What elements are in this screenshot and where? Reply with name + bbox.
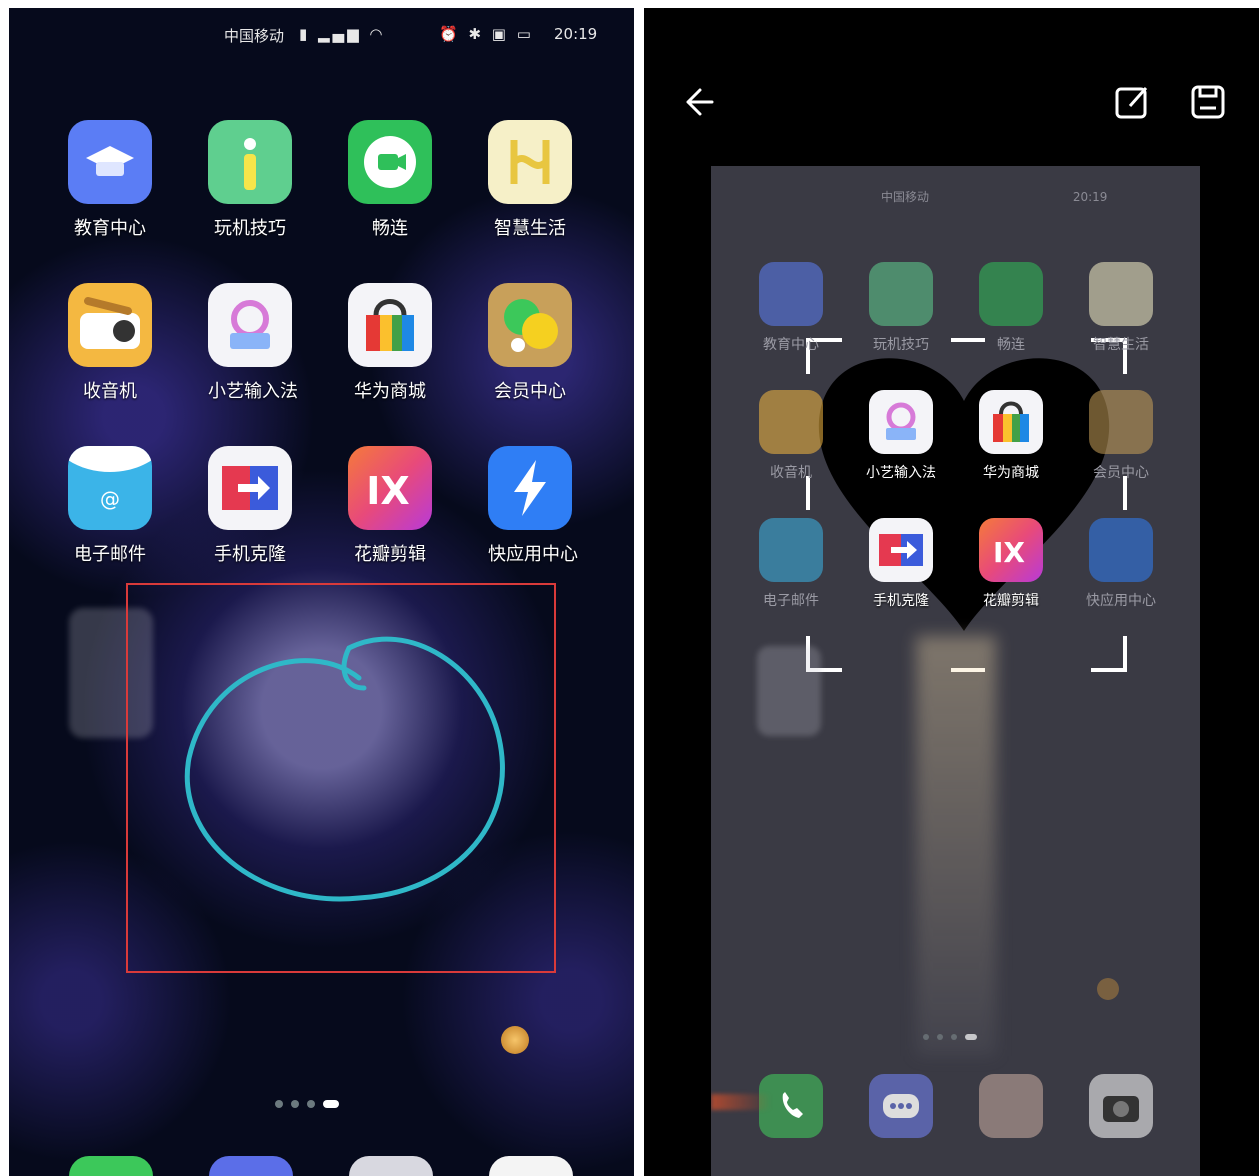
- graduation-cap-icon: [759, 262, 823, 326]
- video-editor-icon: IX: [979, 518, 1043, 582]
- radio-icon: [759, 390, 823, 454]
- video-call-icon: [348, 120, 432, 204]
- carrier-label: 中国移动: [224, 27, 285, 45]
- phone-clone-icon: [869, 518, 933, 582]
- lightning-icon: [1089, 518, 1153, 582]
- orb-decoration: [501, 1026, 529, 1054]
- preview-app-phone-clone: 手机克隆: [856, 518, 946, 610]
- app-tips[interactable]: 玩机技巧: [208, 120, 292, 240]
- cyan-drawn-circle: [184, 636, 505, 902]
- video-call-icon: [979, 262, 1043, 326]
- lightning-icon: [488, 446, 572, 530]
- save-button[interactable]: [1188, 82, 1228, 122]
- app-label: 智慧生活: [494, 218, 566, 239]
- svg-text:@: @: [100, 487, 120, 511]
- system-status-icons: ⏰ ✱ ▣ ▭: [439, 25, 534, 43]
- preview-app-smart-life: 智慧生活: [1076, 262, 1166, 354]
- keyboard-icon: [869, 390, 933, 454]
- shopping-bag-icon: [979, 390, 1043, 454]
- app-label: 电子邮件: [74, 544, 146, 565]
- edit-icon: [1115, 87, 1148, 119]
- dock-camera-icon[interactable]: [489, 1156, 573, 1176]
- svg-text:IX: IX: [993, 536, 1025, 569]
- app-vmall[interactable]: 华为商城: [348, 283, 432, 403]
- screenshot-preview: 中国移动 20:19 教育中心 玩机技巧 畅连 智慧生活 收音机 小艺输入法 华…: [711, 166, 1200, 1176]
- preview-app-radio: 收音机: [746, 390, 836, 482]
- blurred-widget: [757, 646, 821, 736]
- smart-life-icon: [488, 120, 572, 204]
- status-bar: 中国移动 ▮ ▂▄▆ ◠ ⏰ ✱ ▣ ▭ 20:19: [9, 22, 634, 48]
- preview-app-celia-keyboard: 小艺输入法: [856, 390, 946, 482]
- radio-icon: [68, 283, 152, 367]
- preview-app-email: 电子邮件: [746, 518, 836, 610]
- app-edu-center[interactable]: 教育中心: [68, 120, 152, 240]
- crop-corner-bottom-right[interactable]: [1091, 636, 1127, 672]
- smart-life-icon: [1089, 262, 1153, 326]
- app-label: 快应用中心: [488, 544, 578, 565]
- dock-camera-icon: [1089, 1074, 1153, 1138]
- app-label: 华为商城: [354, 381, 426, 402]
- app-petal-clip[interactable]: IX 花瓣剪辑: [348, 446, 432, 566]
- info-icon: [208, 120, 292, 204]
- app-member-center[interactable]: 会员中心: [488, 283, 572, 403]
- preview-app-edu-center: 教育中心: [746, 262, 836, 354]
- app-label: 教育中心: [74, 218, 146, 239]
- app-label: 花瓣剪辑: [354, 544, 426, 565]
- back-button[interactable]: [682, 82, 722, 122]
- orb-decoration: [1097, 978, 1119, 1000]
- page-indicator: [275, 1100, 339, 1108]
- svg-text:IX: IX: [366, 469, 409, 513]
- app-label: 畅连: [372, 218, 408, 239]
- clock: 20:19: [554, 25, 598, 43]
- app-phone-clone[interactable]: 手机克隆: [208, 446, 292, 566]
- light-streak: [916, 636, 996, 1056]
- info-icon: [869, 262, 933, 326]
- screenshot-editor: 中国移动 20:19 教育中心 玩机技巧 畅连 智慧生活 收音机 小艺输入法 华…: [644, 8, 1259, 1176]
- app-email[interactable]: @ 电子邮件: [68, 446, 152, 566]
- arrow-left-icon: [686, 88, 714, 116]
- video-editor-icon: IX: [348, 446, 432, 530]
- preview-app-quick-app-center: 快应用中心: [1076, 518, 1166, 610]
- preview-status-bar: 中国移动 20:19: [881, 190, 1108, 204]
- preview-app-vmall: 华为商城: [966, 390, 1056, 482]
- keyboard-icon: [208, 283, 292, 367]
- preview-app-meetime: 畅连: [966, 262, 1056, 354]
- member-icon: [1089, 390, 1153, 454]
- app-label: 会员中心: [494, 381, 566, 402]
- app-smart-life[interactable]: 智慧生活: [488, 120, 572, 240]
- firework-streak: [711, 1094, 771, 1110]
- save-icon: [1191, 85, 1225, 119]
- app-label: 玩机技巧: [214, 218, 286, 239]
- preview-app-tips: 玩机技巧: [856, 262, 946, 354]
- dock-messages-icon[interactable]: [209, 1156, 293, 1176]
- app-celia-keyboard[interactable]: 小艺输入法: [208, 283, 298, 403]
- app-label: 小艺输入法: [208, 381, 298, 402]
- home-screen-original: 中国移动 ▮ ▂▄▆ ◠ ⏰ ✱ ▣ ▭ 20:19 教育中心 玩机技巧 畅连 …: [9, 8, 634, 1176]
- shopping-bag-icon: [348, 283, 432, 367]
- email-icon: [759, 518, 823, 582]
- preview-app-member-center: 会员中心: [1076, 390, 1166, 482]
- dock-phone-icon[interactable]: [69, 1156, 153, 1176]
- dock-gallery-icon[interactable]: [349, 1156, 433, 1176]
- phone-clone-icon: [208, 446, 292, 530]
- app-radio[interactable]: 收音机: [68, 283, 152, 403]
- app-label: 手机克隆: [214, 544, 286, 565]
- graduation-cap-icon: [68, 120, 152, 204]
- page-indicator: [923, 1034, 977, 1040]
- member-icon: [488, 283, 572, 367]
- edit-button[interactable]: [1112, 82, 1152, 122]
- preview-app-petal-clip: IX 花瓣剪辑: [966, 518, 1056, 610]
- dock-gallery-icon: [979, 1074, 1043, 1138]
- app-quick-app-center[interactable]: 快应用中心: [488, 446, 578, 566]
- app-meetime[interactable]: 畅连: [348, 120, 432, 240]
- signal-icons: ▮ ▂▄▆ ◠: [299, 25, 386, 43]
- email-icon: @: [68, 446, 152, 530]
- dock-messages-icon: [869, 1074, 933, 1138]
- app-label: 收音机: [83, 381, 137, 402]
